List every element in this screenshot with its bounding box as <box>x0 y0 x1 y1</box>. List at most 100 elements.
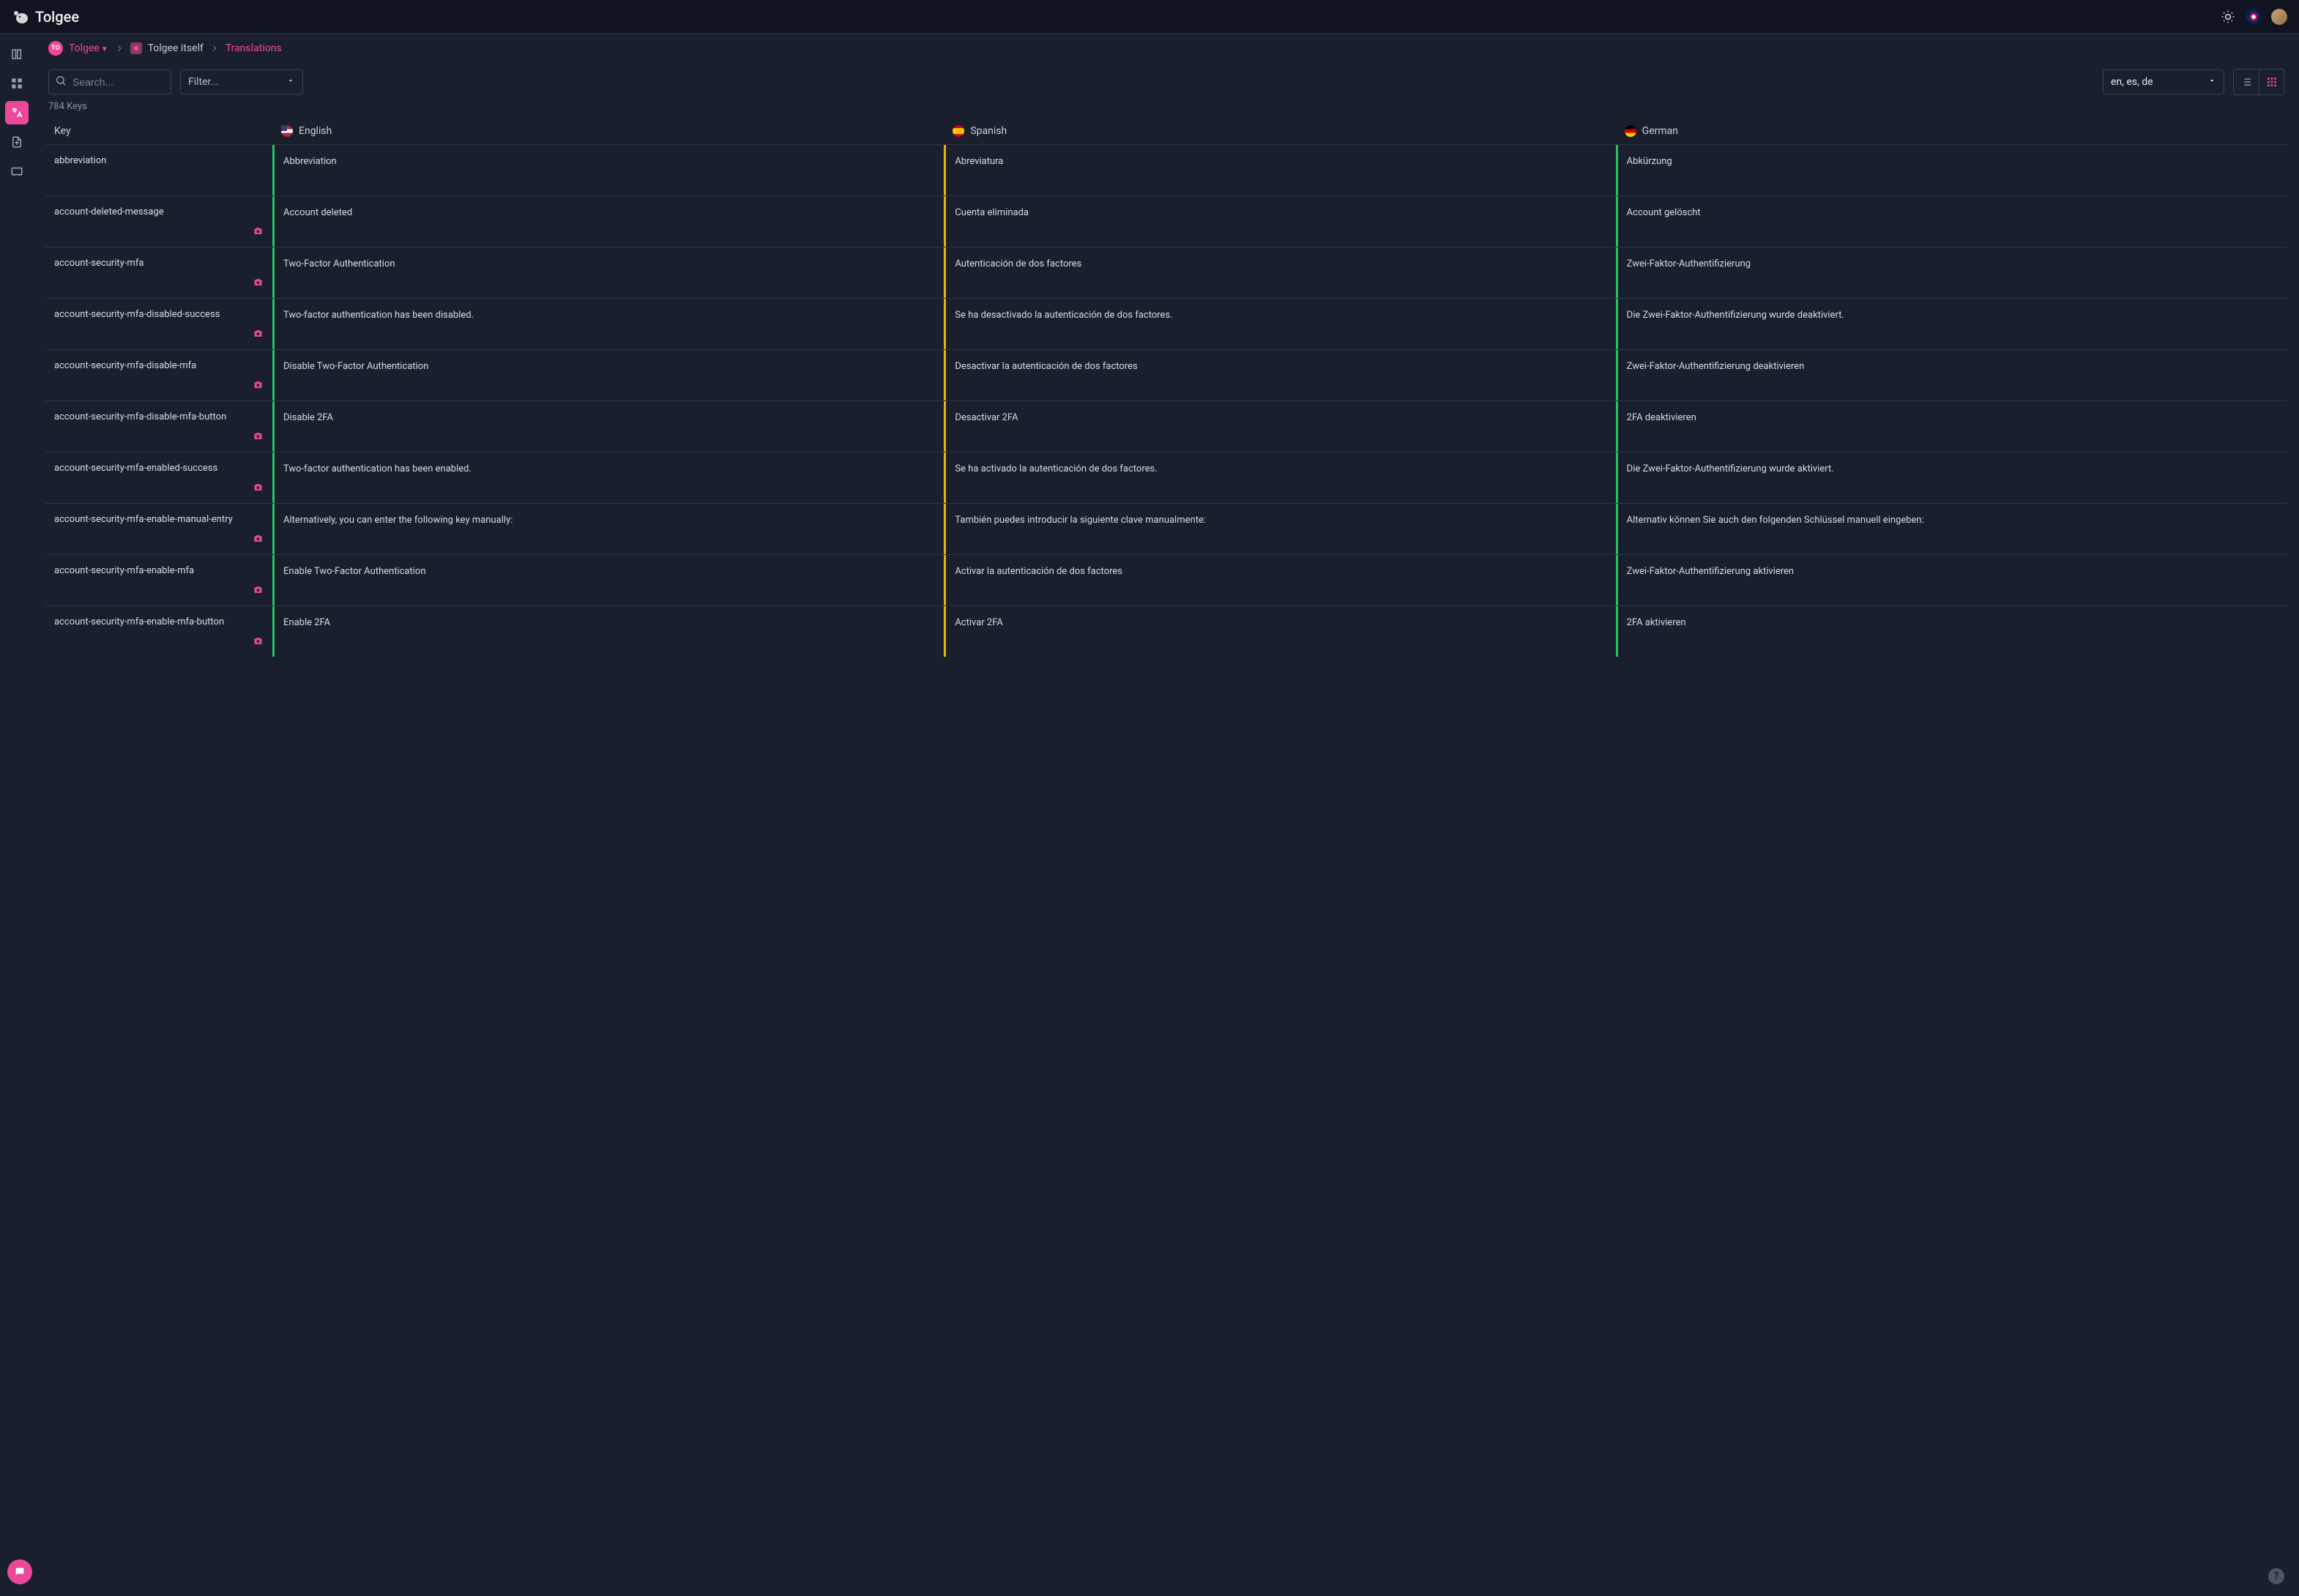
translation-cell-de[interactable]: Alternativ können Sie auch den folgenden… <box>1616 504 2287 554</box>
translation-cell-de[interactable]: Die Zwei-Faktor-Authentifizierung wurde … <box>1616 299 2287 349</box>
camera-icon[interactable] <box>253 430 264 444</box>
table-row: account-security-mfa-enable-mfa Enable Tw… <box>45 554 2287 605</box>
avatar[interactable] <box>2271 9 2287 25</box>
translation-cell-en[interactable]: Two-Factor Authentication <box>272 247 944 298</box>
flag-es-icon <box>953 125 964 137</box>
translation-cell-de[interactable]: Account gelöscht <box>1616 196 2287 247</box>
view-list-button[interactable] <box>2234 70 2259 94</box>
brand-logo[interactable]: Tolgee <box>12 8 79 26</box>
sidebar <box>0 34 34 1596</box>
language-select[interactable]: en, es, de <box>2103 70 2224 94</box>
chevron-down-icon <box>2207 76 2216 88</box>
translation-cell-de[interactable]: 2FA aktivieren <box>1616 606 2287 657</box>
translation-cell-es[interactable]: Se ha desactivado la autenticación de do… <box>944 299 1615 349</box>
breadcrumb-section[interactable]: Translations <box>226 42 282 54</box>
chevron-down-icon <box>286 76 295 88</box>
translation-cell-es[interactable]: Desactivar 2FA <box>944 401 1615 452</box>
key-name: account-security-mfa-disabled-success <box>54 309 220 320</box>
key-name: account-security-mfa-disable-mfa-button <box>54 411 226 422</box>
sidebar-item-export[interactable] <box>5 130 29 154</box>
key-name: account-security-mfa-enable-mfa-button <box>54 616 224 627</box>
theme-toggle-icon[interactable] <box>2220 9 2236 25</box>
camera-icon[interactable] <box>253 328 264 342</box>
translation-cell-es[interactable]: Cuenta eliminada <box>944 196 1615 247</box>
key-cell[interactable]: account-security-mfa-enable-mfa-button <box>45 606 272 657</box>
search-icon <box>55 75 67 89</box>
key-cell[interactable]: account-security-mfa-enable-manual-entry <box>45 504 272 554</box>
translation-cell-es[interactable]: Abreviatura <box>944 145 1615 195</box>
translation-cell-de[interactable]: Zwei-Faktor-Authentifizierung aktivieren <box>1616 555 2287 605</box>
table-row: abbreviationAbbreviationAbreviaturaAbkür… <box>45 144 2287 195</box>
chevron-right-icon <box>114 43 124 53</box>
translation-cell-de[interactable]: Abkürzung <box>1616 145 2287 195</box>
camera-icon[interactable] <box>253 635 264 649</box>
camera-icon[interactable] <box>253 225 264 239</box>
translation-cell-en[interactable]: Disable 2FA <box>272 401 944 452</box>
sidebar-item-dashboard[interactable] <box>5 72 29 95</box>
key-name: account-security-mfa-enable-manual-entry <box>54 514 233 525</box>
table-row: account-security-mfa-enable-mfa-button En… <box>45 605 2287 657</box>
table-row: account-deleted-message Account deletedCu… <box>45 195 2287 247</box>
key-name: account-deleted-message <box>54 206 164 217</box>
chat-fab[interactable] <box>7 1559 32 1584</box>
translation-cell-de[interactable]: Die Zwei-Faktor-Authentifizierung wurde … <box>1616 452 2287 503</box>
camera-icon[interactable] <box>253 379 264 393</box>
chevron-right-icon <box>209 43 220 53</box>
tolgee-mouse-icon <box>12 8 29 26</box>
topbar: Tolgee <box>0 0 2299 34</box>
translation-cell-de[interactable]: 2FA deaktivieren <box>1616 401 2287 452</box>
key-cell[interactable]: account-deleted-message <box>45 196 272 247</box>
view-grid-button[interactable] <box>2259 70 2284 94</box>
column-key: Key <box>45 125 272 137</box>
key-name: account-security-mfa-enabled-success <box>54 463 217 474</box>
translation-cell-es[interactable]: Activar 2FA <box>944 606 1615 657</box>
filter-select[interactable]: Filter... <box>180 70 303 94</box>
search-input[interactable] <box>72 76 165 88</box>
brand-name: Tolgee <box>35 8 79 26</box>
table-row: account-security-mfa-disable-mfaDisable … <box>45 349 2287 400</box>
breadcrumb-project[interactable]: Tolgee itself <box>148 42 204 54</box>
translation-cell-es[interactable]: Desactivar la autenticación de dos facto… <box>944 350 1615 400</box>
key-cell[interactable]: account-security-mfa-enabled-success <box>45 452 272 503</box>
translation-cell-de[interactable]: Zwei-Faktor-Authentifizierung <box>1616 247 2287 298</box>
breadcrumb-org[interactable]: Tolgee▼ <box>69 42 108 54</box>
key-cell[interactable]: account-security-mfa-disable-mfa-button <box>45 401 272 452</box>
key-cell[interactable]: account-security-mfa-disable-mfa <box>45 350 272 400</box>
filters-row: Filter... en, es, de <box>34 63 2299 101</box>
column-spanish: Spanish <box>944 125 1615 137</box>
key-name: account-security-mfa-enable-mfa <box>54 565 194 576</box>
sidebar-item-projects[interactable] <box>5 42 29 66</box>
translation-cell-en[interactable]: Enable 2FA <box>272 606 944 657</box>
translation-cell-en[interactable]: Two-factor authentication has been disab… <box>272 299 944 349</box>
translation-cell-en[interactable]: Account deleted <box>272 196 944 247</box>
camera-icon[interactable] <box>253 482 264 496</box>
key-cell[interactable]: abbreviation <box>45 145 272 195</box>
key-cell[interactable]: account-security-mfa <box>45 247 272 298</box>
translation-cell-en[interactable]: Enable Two-Factor Authentication <box>272 555 944 605</box>
column-german: German <box>1616 125 2287 137</box>
locale-flag-icon[interactable] <box>2246 10 2261 24</box>
translation-cell-en[interactable]: Alternatively, you can enter the followi… <box>272 504 944 554</box>
table-row: account-security-mfa-disabled-success Two… <box>45 298 2287 349</box>
camera-icon[interactable] <box>253 584 264 598</box>
translation-cell-en[interactable]: Abbreviation <box>272 145 944 195</box>
translation-cell-en[interactable]: Two-factor authentication has been enabl… <box>272 452 944 503</box>
translation-cell-es[interactable]: Activar la autenticación de dos factores <box>944 555 1615 605</box>
translation-cell-es[interactable]: También puedes introducir la siguiente c… <box>944 504 1615 554</box>
project-badge-icon <box>130 42 142 54</box>
keys-count: 784 Keys <box>34 101 2299 118</box>
sidebar-item-integrations[interactable] <box>5 160 29 183</box>
column-english: English <box>272 125 944 137</box>
translation-cell-es[interactable]: Se ha activado la autenticación de dos f… <box>944 452 1615 503</box>
camera-icon[interactable] <box>253 533 264 547</box>
sidebar-item-translations[interactable] <box>5 101 29 124</box>
translation-cell-de[interactable]: Zwei-Faktor-Authentifizierung deaktivier… <box>1616 350 2287 400</box>
search-input-wrap[interactable] <box>48 70 171 94</box>
key-cell[interactable]: account-security-mfa-enable-mfa <box>45 555 272 605</box>
help-fab[interactable]: ? <box>2268 1568 2284 1584</box>
flag-de-icon <box>1625 125 1636 137</box>
translation-cell-en[interactable]: Disable Two-Factor Authentication <box>272 350 944 400</box>
key-cell[interactable]: account-security-mfa-disabled-success <box>45 299 272 349</box>
camera-icon[interactable] <box>253 277 264 291</box>
translation-cell-es[interactable]: Autenticación de dos factores <box>944 247 1615 298</box>
